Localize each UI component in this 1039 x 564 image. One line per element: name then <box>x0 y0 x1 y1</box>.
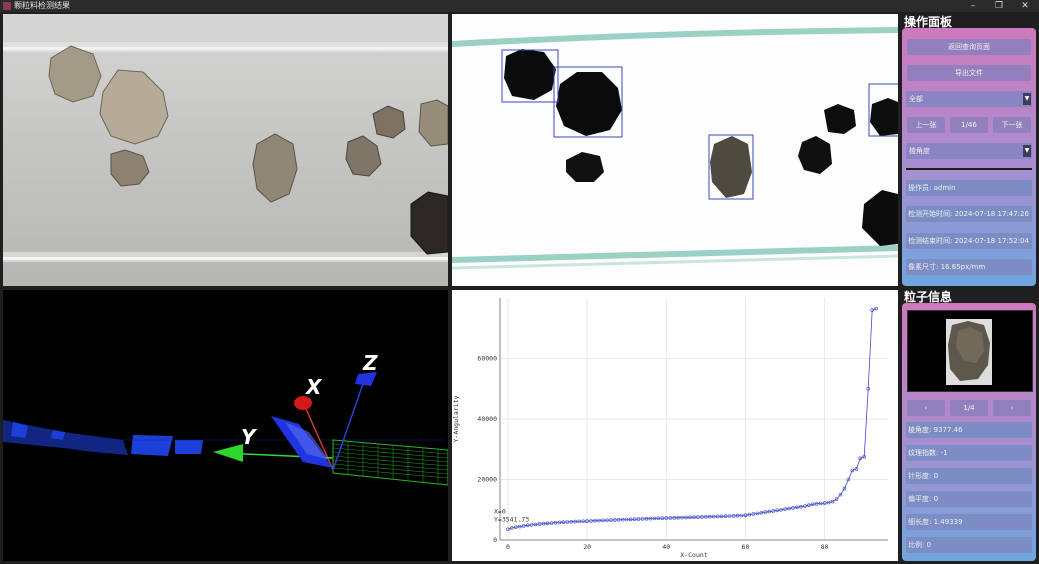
needle-text: 针形度: 0 <box>908 472 939 480</box>
elongation-field: 细长度: 1.49339 <box>906 514 1032 530</box>
window-titlebar: 颗粒料检测结果 – ❐ ✕ <box>0 0 1039 12</box>
angularity-text: 棱角度: 9377.46 <box>908 426 963 434</box>
y-axis-label: Y <box>241 425 258 449</box>
filter-select-value: 全部 <box>909 95 923 103</box>
chevron-down-icon: ▼ <box>1023 93 1031 105</box>
operator-field: 操作员: admin <box>906 180 1032 196</box>
next-image-button[interactable]: 下一张 <box>993 117 1031 133</box>
angularity-chart: 0 20 40 60 80 0 20000 40000 60000 X-Count Y-Angu… <box>452 298 888 559</box>
y-tick-label: 40000 <box>477 415 497 423</box>
export-file-button[interactable]: 导出文件 <box>907 65 1031 81</box>
next-particle-button[interactable]: › <box>993 400 1031 416</box>
pixel-size-text: 像素尺寸: 16.65px/mm <box>908 263 986 271</box>
particle-panel: ‹ 1/4 › 棱角度: 9377.46 纹理指数: -1 针形度: 0 偏平度… <box>902 303 1036 561</box>
texture-field: 纹理指数: -1 <box>906 445 1032 461</box>
x-axis-label: X <box>304 375 323 399</box>
pixel-size-field: 像素尺寸: 16.65px/mm <box>906 259 1032 275</box>
metric-select-value: 棱角度 <box>909 147 930 155</box>
chevron-down-icon: ▼ <box>1023 145 1031 157</box>
x-axis-title: X-Count <box>680 551 707 559</box>
x-tick-label: 0 <box>506 543 510 551</box>
y-tick-label: 20000 <box>477 476 497 484</box>
y-axis-cone <box>213 444 243 462</box>
point-cloud-canvas: X Z Y <box>3 351 448 486</box>
prev-particle-button[interactable]: ‹ <box>907 400 945 416</box>
detection-image <box>452 27 898 270</box>
ratio-field: 比例: 0 <box>906 537 1032 553</box>
image-page-indicator: 1/46 <box>950 117 988 133</box>
y-tick-label: 0 <box>493 536 497 544</box>
particle-thumbnail <box>907 310 1033 392</box>
z-axis-line <box>332 377 366 471</box>
filter-select[interactable]: 全部 ▼ <box>906 91 1032 107</box>
texture-text: 纹理指数: -1 <box>908 449 948 457</box>
cursor-readout-y: Y=3541.73 <box>494 515 529 523</box>
ratio-text: 比例: 0 <box>908 541 932 549</box>
x-tick-label: 20 <box>583 543 591 551</box>
angularity-chart-view[interactable]: 0 20 40 60 80 0 20000 40000 60000 X-Count Y-Angu… <box>452 290 898 561</box>
window-title: 颗粒料检测结果 <box>14 1 70 10</box>
x-tick-label: 60 <box>742 543 750 551</box>
raw-image-view <box>3 14 448 286</box>
angularity-field: 棱角度: 9377.46 <box>906 422 1032 438</box>
end-time-field: 检测结束时间: 2024-07-18 17:52:04 <box>906 233 1032 249</box>
y-axis-title: Y-Angularity <box>452 395 460 442</box>
point-cloud-3d-view[interactable]: X Z Y <box>3 290 448 561</box>
restore-button[interactable]: ❐ <box>988 0 1010 12</box>
raw-image <box>3 42 448 262</box>
elongation-text: 细长度: 1.49339 <box>908 518 963 526</box>
start-time-text: 检测开始时间: 2024-07-18 17:47:26 <box>908 210 1029 218</box>
start-time-field: 检测开始时间: 2024-07-18 17:47:26 <box>906 206 1032 222</box>
ops-panel: 返回查询页面 导出文件 全部 ▼ 上一张 1/46 下一张 棱角度 ▼ 操作员:… <box>902 28 1036 286</box>
prev-image-button[interactable]: 上一张 <box>907 117 945 133</box>
chart-ticks: 0 20 40 60 80 0 20000 40000 60000 <box>477 355 828 552</box>
minimize-button[interactable]: – <box>962 0 984 12</box>
z-axis-label: Z <box>362 351 378 375</box>
metric-select[interactable]: 棱角度 ▼ <box>906 143 1032 159</box>
back-to-query-button[interactable]: 返回查询页面 <box>907 39 1031 55</box>
needle-field: 针形度: 0 <box>906 468 1032 484</box>
particle-page-indicator: 1/4 <box>950 400 988 416</box>
divider <box>906 168 1032 170</box>
flatness-text: 偏平度: 0 <box>908 495 939 503</box>
flatness-field: 偏平度: 0 <box>906 491 1032 507</box>
app-icon <box>3 2 11 10</box>
y-tick-label: 60000 <box>477 355 497 363</box>
operator-text: 操作员: admin <box>908 184 956 192</box>
cursor-readout-x: X=0 <box>494 507 506 515</box>
close-button[interactable]: ✕ <box>1014 0 1036 12</box>
x-tick-label: 80 <box>821 543 829 551</box>
x-tick-label: 40 <box>662 543 670 551</box>
end-time-text: 检测结束时间: 2024-07-18 17:52:04 <box>908 237 1029 245</box>
detection-image-view <box>452 14 898 286</box>
particle-image <box>946 319 992 385</box>
